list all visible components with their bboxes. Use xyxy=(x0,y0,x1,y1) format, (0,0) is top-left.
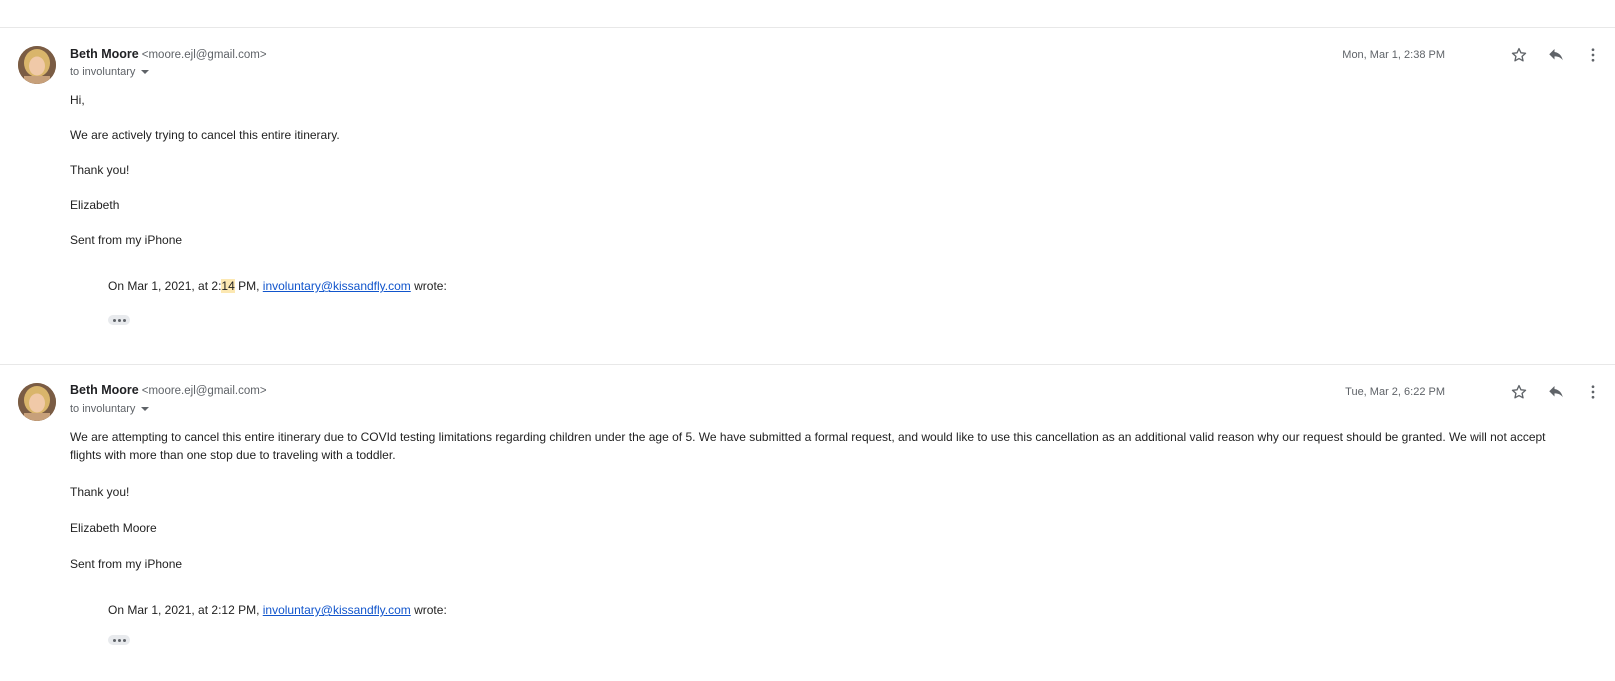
body-line: Sent from my iPhone xyxy=(70,233,183,247)
sender-email: <moore.ejl@gmail.com> xyxy=(141,49,267,61)
message-timestamp: Mon, Mar 1, 2:38 PM xyxy=(1342,49,1445,61)
quoted-header: On Mar 1, 2021, at 2:14 PM, involuntary@… xyxy=(108,279,447,293)
sender-line: Beth Moore <moore.ejl@gmail.com> xyxy=(70,47,267,61)
sender-email: <moore.ejl@gmail.com> xyxy=(141,385,267,397)
message-timestamp: Tue, Mar 2, 6:22 PM xyxy=(1345,386,1445,398)
avatar-image xyxy=(18,46,56,84)
sender-name[interactable]: Beth Moore xyxy=(70,47,139,61)
avatar-image xyxy=(18,383,56,421)
sender-name[interactable]: Beth Moore xyxy=(70,383,139,397)
avatar[interactable] xyxy=(18,46,56,84)
show-details-chevron-icon[interactable] xyxy=(141,70,150,74)
more-vert-icon[interactable] xyxy=(1582,44,1604,66)
more-vert-icon[interactable] xyxy=(1582,381,1604,403)
body-line: Elizabeth Moore xyxy=(70,521,157,535)
star-icon[interactable] xyxy=(1508,381,1530,403)
reply-icon[interactable] xyxy=(1545,381,1567,403)
body-paragraph: We are attempting to cancel this entire … xyxy=(70,430,1546,462)
body-line: We are actively trying to cancel this en… xyxy=(70,128,340,142)
avatar[interactable] xyxy=(18,383,56,421)
expand-quoted-icon[interactable] xyxy=(108,635,130,645)
thread-divider-top xyxy=(0,27,1615,28)
quoted-header-middle: PM, xyxy=(234,279,263,293)
show-details-chevron-icon[interactable] xyxy=(141,407,150,411)
quoted-header: On Mar 1, 2021, at 2:12 PM, involuntary@… xyxy=(108,603,447,617)
body-line: Hi, xyxy=(70,93,85,107)
body-line: Sent from my iPhone xyxy=(70,557,183,571)
recipient-line: to involuntary xyxy=(70,66,150,78)
star-icon[interactable] xyxy=(1508,44,1530,66)
expand-quoted-icon[interactable] xyxy=(108,315,130,325)
quoted-email-link[interactable]: involuntary@kissandfly.com xyxy=(263,279,411,293)
quoted-header-suffix: wrote: xyxy=(410,279,447,293)
search-highlight: 14 xyxy=(221,279,235,293)
body-line: Thank you! xyxy=(70,163,130,177)
body-line: Thank you! xyxy=(70,485,130,499)
recipient-label: to involuntary xyxy=(70,66,136,78)
quoted-header-prefix: On Mar 1, 2021, at 2:12 PM, xyxy=(108,603,263,617)
recipient-label: to involuntary xyxy=(70,403,136,415)
quoted-email-link[interactable]: involuntary@kissandfly.com xyxy=(263,603,411,617)
email-thread: Beth Moore <moore.ejl@gmail.com> to invol… xyxy=(0,0,1615,681)
quoted-header-suffix: wrote: xyxy=(410,603,447,617)
quoted-header-prefix: On Mar 1, 2021, at 2: xyxy=(108,279,222,293)
reply-icon[interactable] xyxy=(1545,44,1567,66)
recipient-line: to involuntary xyxy=(70,403,150,415)
message-divider xyxy=(0,364,1615,365)
sender-line: Beth Moore <moore.ejl@gmail.com> xyxy=(70,383,267,397)
body-line: Elizabeth xyxy=(70,198,120,212)
